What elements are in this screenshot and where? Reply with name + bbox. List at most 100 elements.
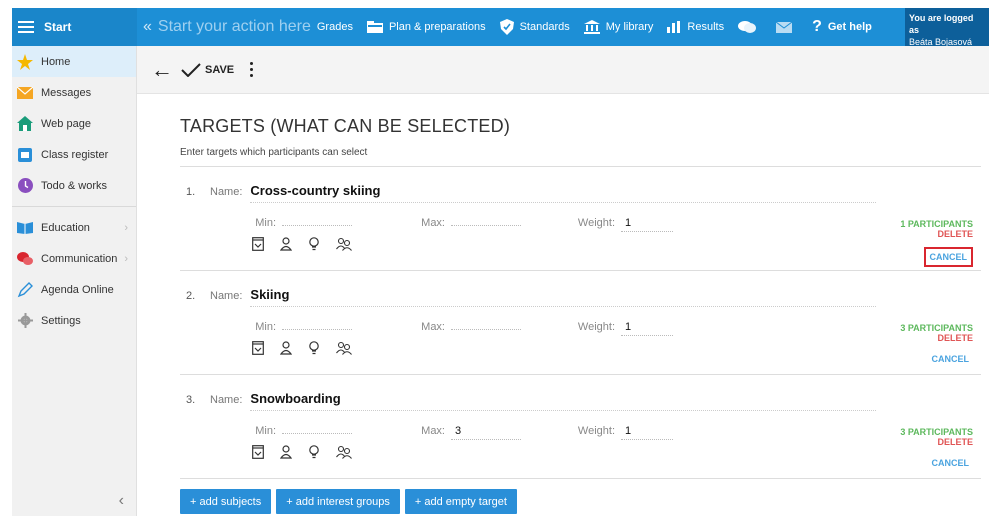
- nav-plan[interactable]: Plan & preparations: [366, 21, 486, 33]
- sidebar-item-web-page[interactable]: Web page: [12, 108, 136, 139]
- hamburger-icon: [18, 21, 34, 33]
- toolbar: ← SAVE: [137, 46, 989, 94]
- cancel-button[interactable]: CANCEL: [928, 351, 974, 367]
- participants-count[interactable]: 1 PARTICIPANTS: [900, 219, 973, 229]
- max-label: Max:: [421, 321, 445, 333]
- checkmark-icon: [181, 62, 201, 77]
- delete-button[interactable]: DELETE: [900, 333, 973, 343]
- max-input[interactable]: 3: [451, 425, 521, 440]
- sidebar-item-messages[interactable]: Messages: [12, 77, 136, 108]
- cancel-button[interactable]: CANCEL: [928, 455, 974, 471]
- person-icon[interactable]: [280, 341, 292, 355]
- nav-grades[interactable]: Grades: [317, 21, 353, 33]
- chat-icon: [17, 251, 33, 267]
- sidebar-item-label: Home: [41, 55, 71, 68]
- max-input[interactable]: [451, 223, 521, 226]
- action-search-placeholder[interactable]: Start your action here: [158, 18, 311, 36]
- nav-library-label: My library: [605, 21, 654, 33]
- library-icon: [583, 20, 600, 34]
- target-row: 1. Name: Cross-country skiing Min: Max: …: [180, 167, 981, 271]
- sidebar-item-label: Settings: [41, 314, 81, 327]
- min-label: Min:: [255, 425, 276, 437]
- nav-results-label: Results: [687, 21, 725, 33]
- add-subjects-button[interactable]: + add subjects: [180, 489, 272, 514]
- chat-bubbles-icon: [738, 21, 757, 33]
- sidebar-item-home[interactable]: Home: [12, 46, 136, 77]
- subject-icon[interactable]: [252, 445, 264, 459]
- sidebar-item-todo[interactable]: Todo & works: [12, 170, 136, 201]
- register-icon: [17, 147, 33, 163]
- chevron-right-icon: ›: [124, 221, 128, 234]
- back-arrow-icon[interactable]: ←: [151, 58, 173, 81]
- delete-button[interactable]: DELETE: [900, 437, 973, 447]
- target-number: 1.: [186, 186, 196, 198]
- subject-icon[interactable]: [252, 237, 264, 251]
- mail-button[interactable]: [776, 21, 798, 33]
- min-input[interactable]: [282, 223, 352, 226]
- target-name-input[interactable]: Snowboarding: [250, 391, 876, 411]
- target-number: 2.: [186, 290, 196, 302]
- min-input[interactable]: [282, 431, 352, 434]
- min-label: Min:: [255, 321, 276, 333]
- nav-library[interactable]: My library: [583, 20, 654, 34]
- action-search[interactable]: « Start your action here: [143, 18, 311, 36]
- target-name-input[interactable]: Skiing: [250, 287, 876, 307]
- logged-as-label: You are logged as: [909, 13, 974, 35]
- group-icon[interactable]: [336, 445, 352, 459]
- cancel-button[interactable]: CANCEL: [923, 247, 973, 267]
- person-icon[interactable]: [280, 237, 292, 251]
- sidebar-item-class-register[interactable]: Class register: [12, 139, 136, 170]
- person-icon[interactable]: [280, 445, 292, 459]
- sidebar-item-settings[interactable]: Settings: [12, 305, 136, 336]
- min-input[interactable]: [282, 327, 352, 330]
- weight-label: Weight:: [577, 217, 615, 229]
- max-label: Max:: [421, 425, 445, 437]
- double-chevron-left-icon[interactable]: «: [143, 18, 152, 36]
- get-help-button[interactable]: ? Get help: [812, 18, 872, 36]
- group-icon[interactable]: [336, 341, 352, 355]
- participants-count[interactable]: 3 PARTICIPANTS: [900, 323, 973, 333]
- name-label: Name:: [210, 186, 243, 198]
- subject-icon[interactable]: [252, 341, 264, 355]
- group-icon[interactable]: [336, 237, 352, 251]
- sidebar-item-agenda[interactable]: Agenda Online: [12, 274, 136, 305]
- target-name-input[interactable]: Cross-country skiing: [250, 183, 876, 203]
- question-icon: ?: [812, 18, 822, 35]
- lightbulb-icon[interactable]: [308, 341, 320, 355]
- sidebar-item-communication[interactable]: Communication ›: [12, 243, 136, 274]
- start-label: Start: [44, 20, 72, 34]
- save-button[interactable]: SAVE: [181, 62, 235, 77]
- star-icon: [17, 53, 33, 70]
- nav-standards[interactable]: Standards: [499, 19, 570, 35]
- lightbulb-icon[interactable]: [308, 237, 320, 251]
- main-content: TARGETS (WHAT CAN BE SELECTED) Enter tar…: [180, 110, 981, 514]
- add-empty-target-button[interactable]: + add empty target: [404, 489, 517, 514]
- chat-button[interactable]: [738, 20, 762, 34]
- delete-button[interactable]: DELETE: [900, 229, 973, 239]
- max-input[interactable]: [451, 327, 521, 330]
- nav-results[interactable]: Results: [667, 21, 724, 33]
- save-label: SAVE: [205, 63, 235, 76]
- weight-input[interactable]: 1: [621, 321, 673, 336]
- add-interest-groups-button[interactable]: + add interest groups: [276, 489, 400, 514]
- collapse-sidebar-icon[interactable]: ‹: [119, 492, 124, 510]
- weight-input[interactable]: 1: [621, 217, 673, 232]
- clock-icon: [17, 178, 33, 194]
- lightbulb-icon[interactable]: [308, 445, 320, 459]
- sidebar-item-education[interactable]: Education ›: [12, 212, 136, 243]
- sidebar-item-label: Communication: [41, 252, 118, 265]
- participants-count[interactable]: 3 PARTICIPANTS: [900, 427, 973, 437]
- weight-label: Weight:: [577, 321, 615, 333]
- start-menu-button[interactable]: Start: [12, 8, 137, 46]
- name-label: Name:: [210, 394, 243, 406]
- more-options-icon[interactable]: [250, 62, 254, 77]
- sidebar-item-label: Web page: [41, 117, 91, 130]
- top-bar: Start « Start your action here Grades Pl…: [12, 8, 989, 47]
- target-number: 3.: [186, 394, 196, 406]
- weight-input[interactable]: 1: [621, 425, 673, 440]
- top-nav: Grades Plan & preparations Standards My …: [317, 18, 886, 36]
- pen-icon: [17, 281, 33, 298]
- user-info[interactable]: You are logged as Beáta Bojasová: [905, 8, 989, 47]
- get-help-label: Get help: [827, 21, 872, 33]
- sidebar-item-label: Class register: [41, 148, 109, 161]
